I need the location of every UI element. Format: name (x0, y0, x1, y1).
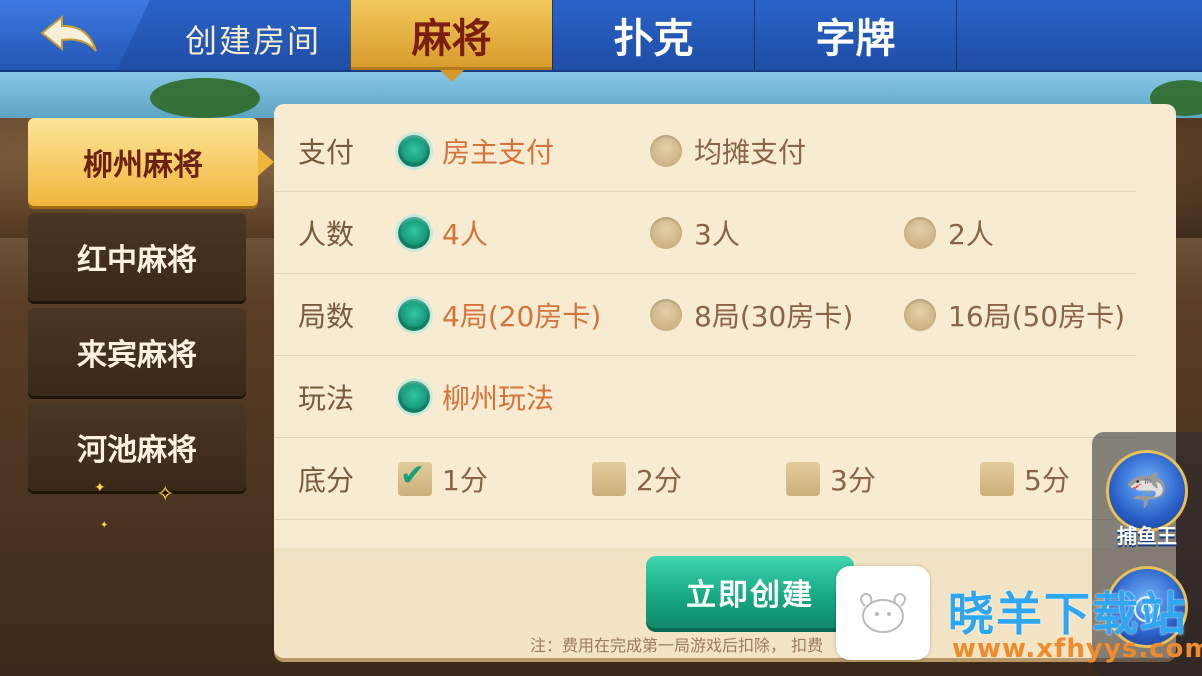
tab-label: 麻将 (411, 16, 492, 62)
watermark-url: www.xfhyys.com (952, 634, 1202, 664)
checkbox-checked-icon (398, 458, 432, 496)
fee-note: 注：费用在完成第一局游戏后扣除， 扣费 (530, 636, 824, 655)
option-label: 2人 (948, 217, 994, 251)
create-button-label: 立即创建 (686, 578, 814, 613)
create-room-title: 创建房间 (185, 22, 322, 60)
radio-unselected-icon (904, 216, 936, 249)
players-option-4[interactable]: 4人 (398, 213, 488, 253)
menu-item-label: 来宾麻将 (77, 338, 197, 373)
rounds-option-8[interactable]: 8局(30房卡) (650, 295, 853, 335)
radio-unselected-icon (650, 134, 682, 167)
option-label: 2分 (636, 463, 682, 497)
option-label: 均摊支付 (694, 135, 807, 169)
radio-selected-icon (398, 380, 430, 413)
option-label: 5分 (1024, 463, 1070, 497)
players-option-2[interactable]: 2人 (904, 213, 994, 253)
butterfly-sparkle-icon: ✦ (100, 520, 109, 531)
shark-icon: 🦈 (1125, 471, 1169, 511)
rounds-option-16[interactable]: 16局(50房卡) (904, 295, 1125, 335)
checkbox-unchecked-icon (980, 461, 1014, 496)
radio-unselected-icon (650, 216, 682, 249)
option-label: 8局(30房卡) (694, 299, 854, 333)
checkbox-unchecked-icon (592, 461, 626, 496)
tab-mahjong[interactable]: 麻将 (350, 0, 552, 82)
option-label: 柳州玩法 (442, 381, 555, 415)
base-score-option-2[interactable]: 2分 (592, 459, 682, 499)
menu-item-liuzhou[interactable]: 柳州麻将 (28, 118, 274, 206)
sheep-icon (860, 592, 906, 633)
top-bar: 创建房间 麻将 扑克 字牌 (0, 0, 1202, 82)
players-option-3[interactable]: 3人 (650, 213, 740, 253)
payment-row: 支付 房主支付 均摊支付 (274, 110, 1136, 192)
room-options-panel: 支付 房主支付 均摊支付 人数 4人 3人 2人 局数 4局(20房卡) 8局(… (274, 104, 1176, 658)
back-arrow-icon (40, 14, 97, 52)
base-score-option-1[interactable]: 1分 (398, 458, 488, 499)
row-label: 玩法 (298, 381, 355, 415)
butterfly-sparkle-icon: ✦ (94, 480, 106, 496)
radio-selected-icon (398, 216, 430, 249)
checkbox-unchecked-icon (786, 461, 820, 496)
rounds-row: 局数 4局(20房卡) 8局(30房卡) 16局(50房卡) (274, 274, 1136, 356)
row-label: 底分 (298, 463, 355, 497)
mode-option-liuzhou[interactable]: 柳州玩法 (398, 377, 554, 417)
row-label: 人数 (298, 217, 355, 251)
fishing-game-label: 捕鱼王 (1117, 524, 1177, 548)
menu-item-hechi[interactable]: 河池麻将 (28, 403, 246, 491)
palm-tree-left (150, 78, 260, 118)
menu-item-label: 河池麻将 (77, 433, 197, 468)
menu-item-hongzhong[interactable]: 红中麻将 (28, 213, 246, 301)
base-score-row: 底分 1分 2分 3分 5分 (274, 438, 1136, 520)
mode-row: 玩法 柳州玩法 (274, 356, 1136, 438)
base-score-option-5[interactable]: 5分 (980, 459, 1070, 499)
radio-unselected-icon (650, 298, 682, 331)
row-label: 局数 (298, 299, 355, 333)
payment-option-owner[interactable]: 房主支付 (398, 131, 554, 171)
option-label: 3分 (830, 463, 876, 497)
radio-selected-icon (398, 134, 430, 167)
back-button[interactable] (0, 0, 150, 70)
menu-item-label: 红中麻将 (77, 243, 197, 278)
radio-selected-icon (398, 298, 430, 331)
row-label: 支付 (298, 135, 355, 169)
watermark-sheep-logo (836, 566, 930, 660)
tab-divider (956, 0, 957, 70)
tab-zipai[interactable]: 字牌 (754, 0, 956, 70)
game-variant-menu: 柳州麻将 红中麻将 来宾麻将 河池麻将 (28, 118, 274, 498)
create-room-button[interactable]: 立即创建 (646, 556, 854, 628)
option-label: 4人 (442, 217, 488, 251)
option-label: 16局(50房卡) (948, 299, 1126, 333)
option-label: 1分 (442, 463, 488, 497)
payment-option-split[interactable]: 均摊支付 (650, 131, 806, 171)
players-row: 人数 4人 3人 2人 (274, 192, 1136, 274)
option-label: 4局(20房卡) (442, 299, 602, 333)
rounds-option-4[interactable]: 4局(20房卡) (398, 295, 601, 335)
radio-unselected-icon (904, 298, 936, 331)
tab-poker[interactable]: 扑克 (552, 0, 754, 70)
base-score-option-3[interactable]: 3分 (786, 459, 876, 499)
option-label: 房主支付 (442, 135, 555, 169)
menu-item-laibin[interactable]: 来宾麻将 (28, 308, 246, 396)
butterfly-sparkle-icon: ✧ (156, 482, 175, 507)
tab-label: 字牌 (815, 16, 896, 62)
tab-label: 扑克 (613, 16, 694, 62)
menu-item-label: 柳州麻将 (83, 148, 203, 183)
option-label: 3人 (694, 217, 740, 251)
